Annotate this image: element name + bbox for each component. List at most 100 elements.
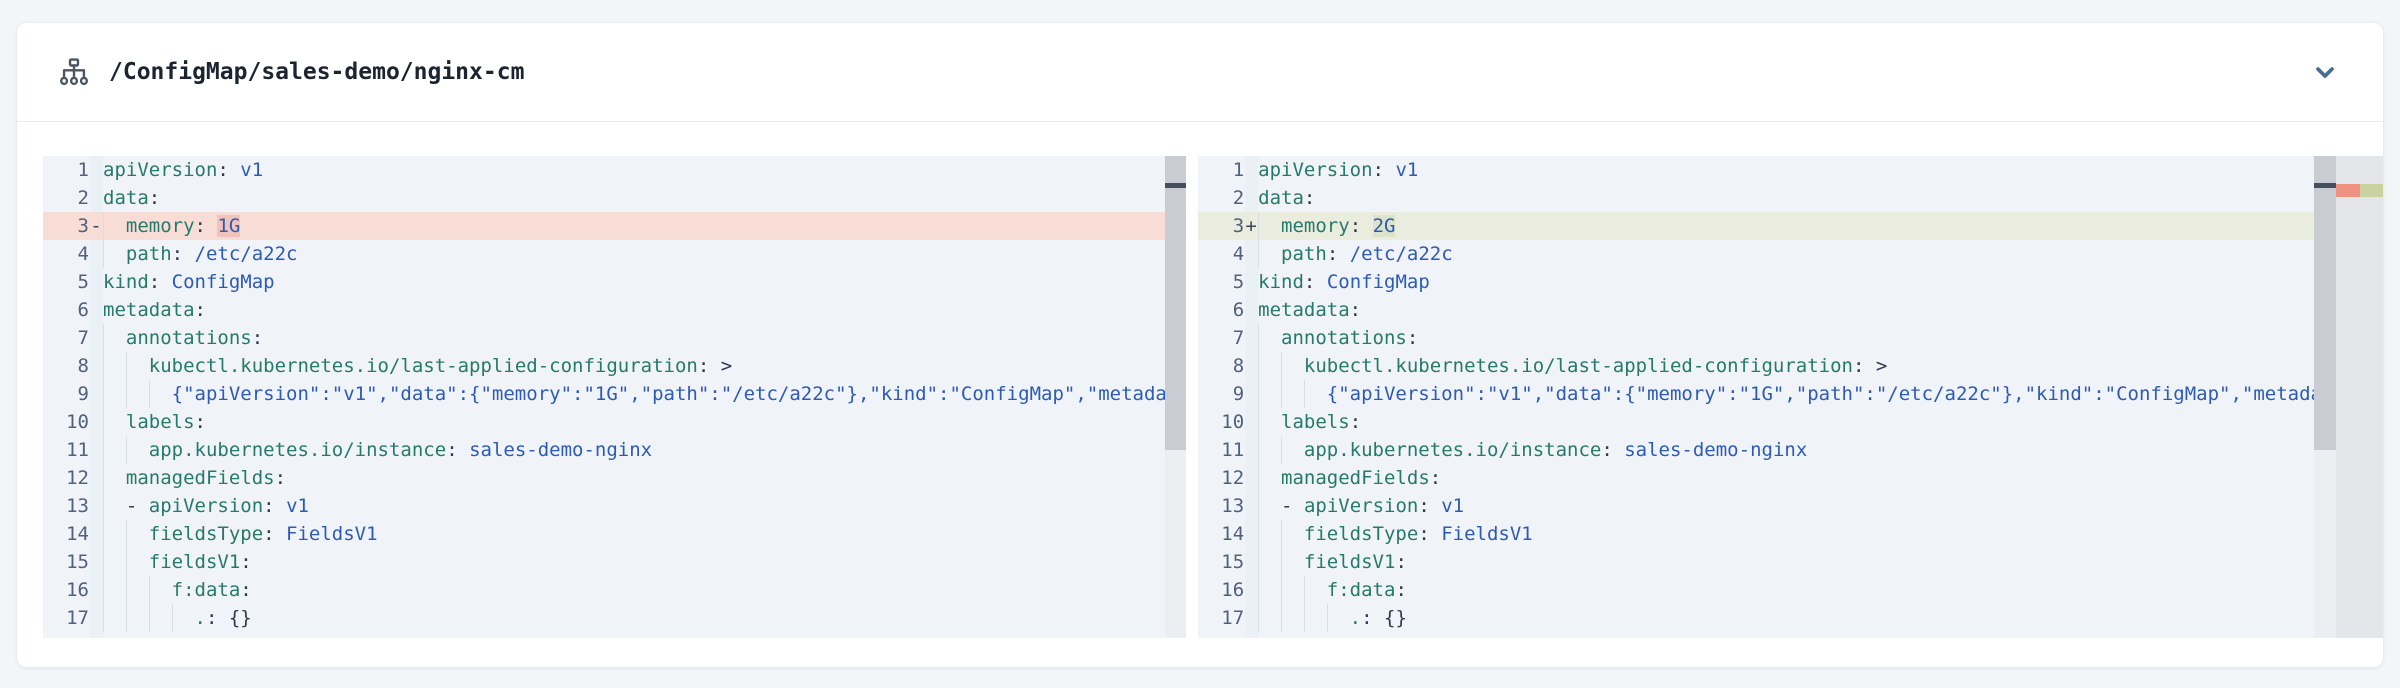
indent-guide [126,604,127,632]
diff-sign [1244,408,1258,436]
punctuation: : [252,327,263,349]
code-line: 6metadata: [1198,296,2314,324]
yaml-key: data [1258,187,1304,209]
diff-sign [1244,352,1258,380]
page-root: { "header": { "title": "/ConfigMap/sales… [0,0,2400,688]
line-number: 9 [1198,380,1244,408]
indent-guide [1258,436,1259,464]
indent-guide [1258,408,1259,436]
right-vertical-scrollbar[interactable] [2314,156,2336,638]
yaml-key: f:data [1327,579,1396,601]
code-line: 17 .: {} [43,604,1165,632]
code-content: managedFields: [1258,464,2314,492]
line-number: 16 [43,576,89,604]
yaml-key: apiVersion [1304,495,1418,517]
code-text: data: [1258,187,1315,209]
indent-guide [149,604,150,632]
punctuation: : [1373,159,1384,181]
yaml-key: apiVersion [103,159,217,181]
indent [1258,327,1281,349]
diff-card: /ConfigMap/sales-demo/nginx-cm 1apiVersi… [16,22,2384,668]
yaml-value: v1 [275,495,309,517]
diff-sign [89,548,103,576]
line-number: 10 [43,408,89,436]
line-number: 2 [1198,184,1244,212]
panel-divider [1186,156,1198,638]
indent [103,215,126,237]
punctuation: : [1304,187,1315,209]
diff-sign [1244,604,1258,632]
indent-guide [103,324,104,352]
line-number: 2 [43,184,89,212]
line-number: 14 [43,520,89,548]
indent [103,467,126,489]
code-content: annotations: [1258,324,2314,352]
punctuation: : [1418,523,1429,545]
code-text: {"apiVersion":"v1","data":{"memory":"1G"… [103,383,1165,405]
indent [1258,579,1327,601]
diff-sign [89,408,103,436]
code-text: - apiVersion: v1 [1258,495,1464,517]
indent-guide [1258,380,1259,408]
code-content: .: {} [1258,604,2314,632]
line-number: 17 [43,604,89,632]
yaml-value [206,215,217,237]
line-number: 9 [43,380,89,408]
code-text: managedFields: [103,467,286,489]
indent-guide [1281,436,1282,464]
punctuation: : [263,495,274,517]
diff-panel-live: 1apiVersion: v12data:3- memory: 1G4 path… [43,156,1186,638]
scrollbar-thumb[interactable] [1165,156,1186,450]
left-vertical-scrollbar[interactable] [1165,156,1186,638]
indent-guide [1281,352,1282,380]
indent-guide [103,212,104,240]
line-number: 6 [43,296,89,324]
punctuation: : [195,299,206,321]
yaml-value: v1 [1430,495,1464,517]
diff-sign [1244,520,1258,548]
scrollbar-diff-marker [1165,183,1186,188]
code-text: memory: 2G [1258,215,1395,237]
code-line: 2 data: [43,184,1165,212]
diff-sign [1244,296,1258,324]
code-lines-right: 1apiVersion: v12data:3+ memory: 2G4 path… [1198,156,2314,638]
code-line: 16 f:data: [1198,576,2314,604]
diff-sign [89,520,103,548]
line-number: 11 [1198,436,1244,464]
code-content: path: /etc/a22c [103,240,1165,268]
yaml-key: app.kubernetes.io/instance [1304,439,1601,461]
json-string: {"apiVersion":"v1","data":{"memory":"1G"… [1327,383,2314,405]
yaml-key: app.kubernetes.io/instance [149,439,446,461]
yaml-key: annotations [126,327,252,349]
code-text: data: [103,187,160,209]
yaml-value: /etc/a22c [1338,243,1452,265]
punctuation: : [698,355,709,377]
code-line: 12 managedFields: [43,464,1165,492]
scrollbar-thumb[interactable] [2314,156,2336,450]
punctuation: - [1281,495,1304,517]
code-content: data: [1258,184,2314,212]
line-number: 12 [1198,464,1244,492]
code-line: 14 fieldsType: FieldsV1 [43,520,1165,548]
code-content: apiVersion: v1 [103,156,1165,184]
indent-guide [1258,604,1259,632]
code-line: 7 annotations: [43,324,1165,352]
punctuation: : [149,187,160,209]
code-line: 3- memory: 1G [43,212,1165,240]
indent-guide [1258,240,1259,268]
indent-guide [103,576,104,604]
code-line: 13 - apiVersion: v1 [43,492,1165,520]
punctuation: : [1350,299,1361,321]
code-line: 11 app.kubernetes.io/instance: sales-dem… [43,436,1165,464]
collapse-button[interactable] [2303,50,2347,94]
code-content: fieldsType: FieldsV1 [1258,520,2314,548]
indent-guide [1281,380,1282,408]
indent-guide [103,492,104,520]
code-content: kubectl.kubernetes.io/last-applied-confi… [103,352,1165,380]
code-text: fieldsType: FieldsV1 [1258,523,1533,545]
punctuation: : [1395,551,1406,573]
code-text: path: /etc/a22c [1258,243,1453,265]
yaml-value: sales-demo-nginx [458,439,652,461]
code-line: 9 {"apiVersion":"v1","data":{"memory":"1… [43,380,1165,408]
diff-sign: + [1244,212,1258,240]
